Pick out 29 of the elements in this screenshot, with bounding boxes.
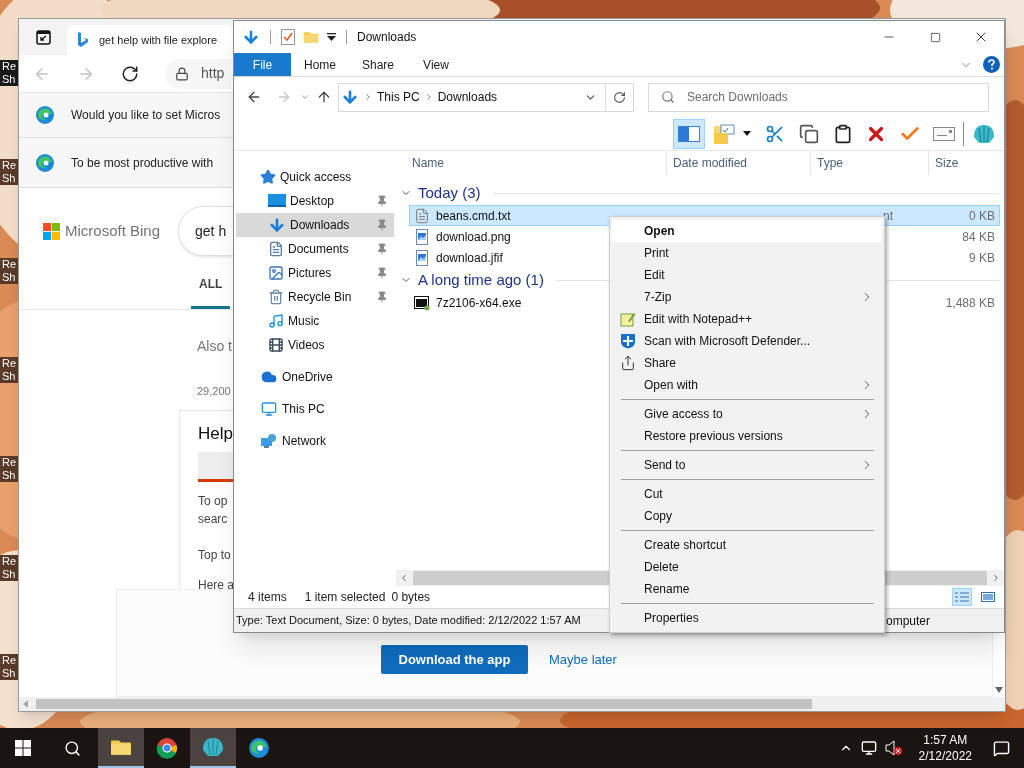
file-name: 7z2106-x64.exe: [436, 294, 522, 312]
details-location: omputer: [886, 612, 931, 630]
file-name: download.jfif: [436, 249, 503, 267]
clock-time: 1:57 AM: [923, 732, 968, 748]
file-size: 9 KB: [969, 249, 995, 267]
bing-logo-text: Microsoft Bing: [65, 220, 161, 241]
info-bar-text: Would you like to set Micros: [71, 107, 221, 124]
result-count: 29,200: [197, 384, 231, 399]
file-size: 0 KB: [969, 207, 995, 225]
card-text-line: searc: [198, 511, 228, 528]
tab-title: get help with file explore: [99, 32, 217, 48]
related-text: Also t: [197, 337, 232, 356]
search-query: get h: [195, 221, 227, 241]
selection-size: 0 bytes: [391, 589, 431, 606]
card-text-line: To op: [198, 493, 228, 510]
details-text: Type: Text Document, Size: 0 bytes, Date modified: 2/12/2022 1:57 AM: [236, 613, 581, 629]
file-size: 84 KB: [962, 228, 995, 246]
file-name: download.png: [436, 228, 511, 246]
item-count: 4 items: [248, 589, 287, 606]
file-name: beans.cmd.txt: [436, 207, 511, 225]
search-placeholder: Search Downloads: [687, 89, 788, 106]
card-heading: Top to: [198, 547, 231, 564]
clock-date: 2/12/2022: [918, 748, 972, 764]
file-size: 1,488 KB: [945, 294, 995, 312]
card-title: Help: [198, 422, 233, 445]
info-bar-text: To be most productive with: [71, 154, 214, 172]
window-title: Downloads: [357, 29, 417, 46]
address-text: http: [201, 64, 225, 83]
selection-count: 1 item selected: [304, 589, 386, 606]
